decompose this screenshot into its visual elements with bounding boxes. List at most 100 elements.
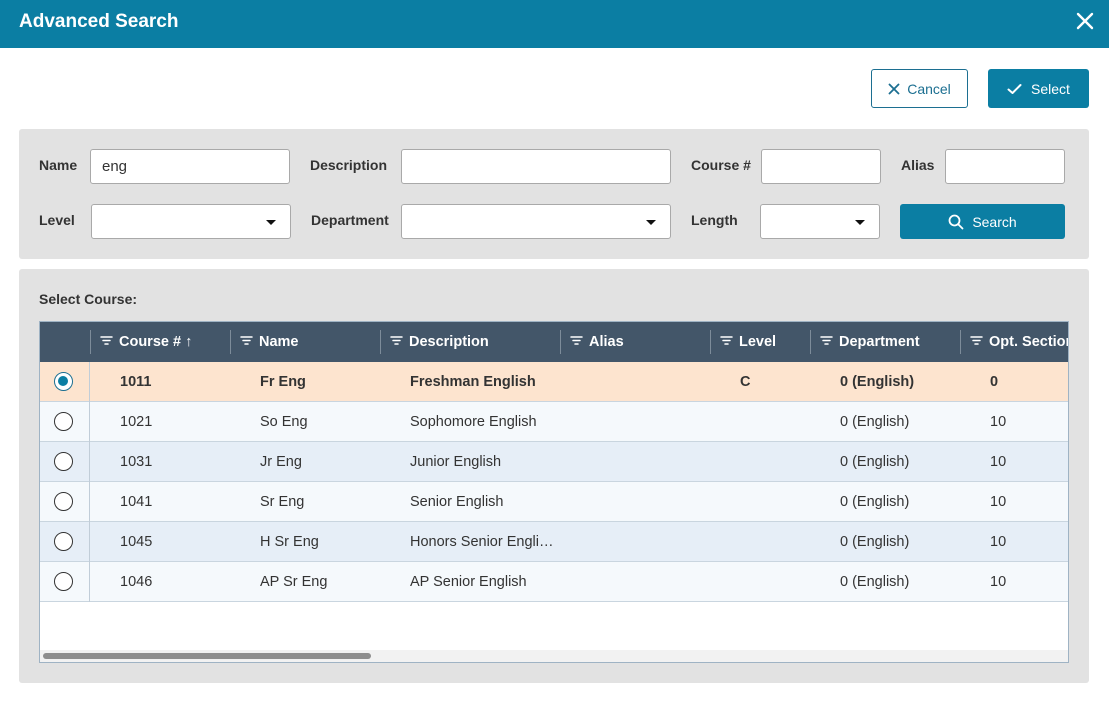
advanced-search-dialog: Advanced Search Cancel Select Name Descr…	[0, 0, 1109, 703]
table-row[interactable]: 1046 AP Sr Eng AP Senior English 0 (English…	[40, 562, 1068, 602]
column-header-name[interactable]: Name	[240, 322, 380, 362]
column-separator[interactable]	[380, 330, 381, 354]
cell-course-number: 1046	[120, 574, 153, 590]
row-select-cell	[40, 442, 90, 482]
table-row[interactable]: 1021 So Eng Sophomore English 0 (English) 10	[40, 402, 1068, 442]
length-label: Length	[691, 212, 738, 228]
cell-department: 0 (English)	[840, 574, 910, 590]
department-select[interactable]	[401, 204, 671, 239]
department-label: Department	[311, 212, 389, 228]
cell-description: Junior English	[410, 454, 502, 470]
row-radio-button[interactable]	[54, 532, 73, 551]
description-label: Description	[310, 157, 388, 173]
cell-level	[740, 402, 810, 442]
cell-opt-section: 10	[990, 574, 1007, 590]
filter-icon[interactable]	[970, 334, 983, 350]
course-number-label: Course #	[691, 157, 751, 173]
filter-icon[interactable]	[570, 334, 583, 350]
column-header-description[interactable]: Description	[390, 322, 560, 362]
row-select-cell	[40, 482, 90, 522]
row-radio-button[interactable]	[54, 572, 73, 591]
table-row[interactable]: 1041 Sr Eng Senior English 0 (English) 10	[40, 482, 1068, 522]
search-button-label: Search	[972, 213, 1017, 230]
column-header-label: Department	[839, 334, 920, 350]
row-select-cell	[40, 522, 90, 562]
cell-department: 0 (English)	[840, 534, 910, 550]
alias-input[interactable]	[945, 149, 1065, 184]
cell-description: Senior English	[410, 494, 504, 510]
table-row[interactable]: 1011 Fr Eng Freshman English C 0 (English) 0	[40, 362, 1068, 402]
cell-course-number: 1021	[120, 414, 153, 430]
cell-course-number: 1011	[120, 374, 152, 390]
dialog-title: Advanced Search	[19, 11, 179, 32]
column-header-label: Opt. Section	[989, 334, 1069, 350]
table-row[interactable]: 1031 Jr Eng Junior English 0 (English) 10	[40, 442, 1068, 482]
column-separator[interactable]	[960, 330, 961, 354]
column-header-label: Alias	[589, 334, 624, 350]
column-separator[interactable]	[710, 330, 711, 354]
cell-name: So Eng	[260, 414, 308, 430]
cancel-button-label: Cancel	[907, 80, 951, 97]
column-header-alias[interactable]: Alias	[570, 322, 710, 362]
cell-course-number: 1041	[120, 494, 153, 510]
filter-icon[interactable]	[390, 334, 403, 350]
cell-level	[740, 442, 810, 482]
length-select[interactable]	[760, 204, 880, 239]
chevron-down-icon	[855, 220, 865, 225]
search-button[interactable]: Search	[900, 204, 1065, 239]
filter-icon[interactable]	[240, 334, 253, 350]
filter-icon[interactable]	[720, 334, 733, 350]
column-separator[interactable]	[810, 330, 811, 354]
cell-opt-section: 10	[990, 414, 1007, 430]
column-header-label: Name	[259, 334, 299, 350]
cell-alias	[590, 402, 710, 442]
column-separator[interactable]	[230, 330, 231, 354]
cell-name: Jr Eng	[260, 454, 302, 470]
cell-opt-section: 0	[990, 374, 999, 390]
select-button[interactable]: Select	[988, 69, 1089, 108]
cell-level	[740, 522, 810, 562]
name-label: Name	[39, 157, 78, 173]
cell-description: Honors Senior Engli…	[410, 534, 554, 550]
table-row[interactable]: 1045 H Sr Eng Honors Senior Engli… 0 (Engli…	[40, 522, 1068, 562]
close-icon[interactable]	[1074, 10, 1096, 32]
cell-name: AP Sr Eng	[260, 574, 328, 590]
level-select[interactable]	[91, 204, 291, 239]
row-radio-button[interactable]	[54, 372, 73, 391]
column-header-label: Course # ↑	[119, 334, 193, 350]
cell-name: H Sr Eng	[260, 534, 319, 550]
column-header-opt-section[interactable]: Opt. Section	[970, 322, 1069, 362]
column-header-course-number[interactable]: Course # ↑	[100, 322, 230, 362]
row-radio-button[interactable]	[54, 412, 73, 431]
cancel-button[interactable]: Cancel	[871, 69, 968, 108]
column-header-label: Level	[739, 334, 777, 350]
description-input[interactable]	[401, 149, 671, 184]
chevron-down-icon	[646, 220, 656, 225]
search-icon	[948, 214, 964, 229]
grid-caption: Select Course:	[39, 291, 138, 307]
horizontal-scrollbar[interactable]	[40, 650, 1068, 662]
course-number-input[interactable]	[761, 149, 881, 184]
row-radio-button[interactable]	[54, 492, 73, 511]
row-select-cell	[40, 402, 90, 442]
checkmark-icon	[1007, 83, 1022, 94]
row-radio-button[interactable]	[54, 452, 73, 471]
filter-icon[interactable]	[820, 334, 833, 350]
cell-name: Sr Eng	[260, 494, 305, 510]
cell-level	[740, 562, 810, 602]
cell-level	[740, 482, 810, 522]
cell-name: Fr Eng	[260, 374, 306, 390]
row-select-cell	[40, 362, 90, 402]
column-separator[interactable]	[90, 330, 91, 354]
column-header-level[interactable]: Level	[720, 322, 810, 362]
column-header-department[interactable]: Department	[820, 322, 960, 362]
cell-department: 0 (English)	[840, 454, 910, 470]
filter-icon[interactable]	[100, 334, 113, 350]
scrollbar-thumb[interactable]	[43, 653, 371, 659]
cell-description: AP Senior English	[410, 574, 527, 590]
name-input[interactable]	[90, 149, 290, 184]
cell-description: Sophomore English	[410, 414, 537, 430]
grid-header: Course # ↑ Name Description Alias Level Depar…	[40, 322, 1069, 362]
column-separator[interactable]	[560, 330, 561, 354]
cell-level: C	[740, 374, 751, 390]
